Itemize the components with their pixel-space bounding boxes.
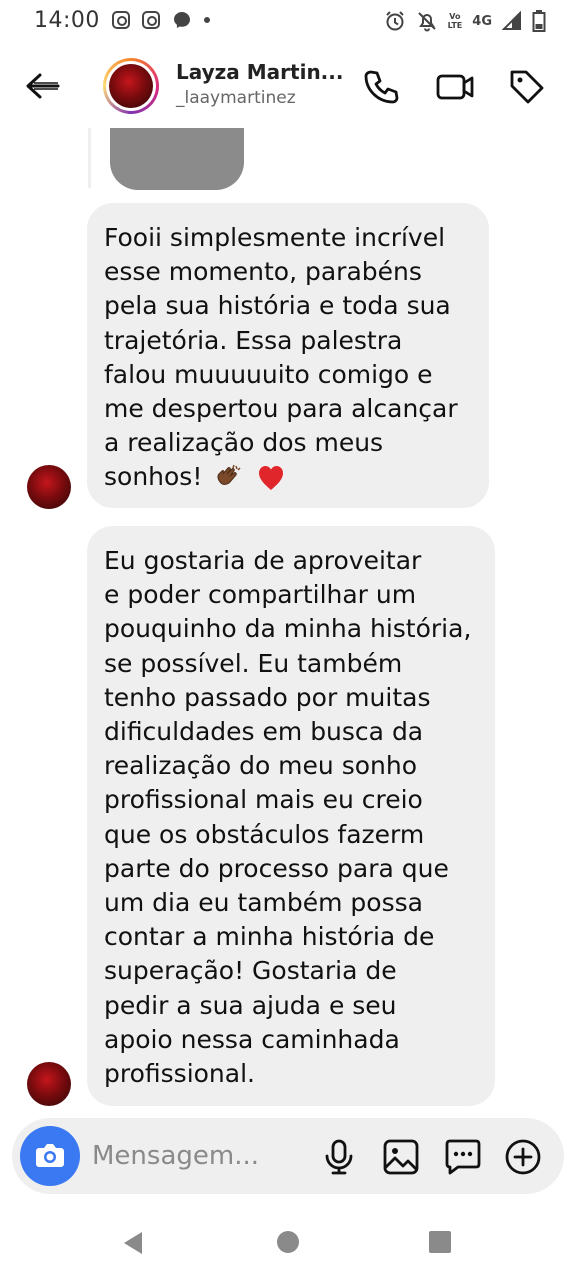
- message-line: e poder compartilhar um: [104, 580, 417, 610]
- message-line: pouquinho da minha história,: [104, 614, 472, 644]
- message-composer: [12, 1118, 564, 1194]
- chat-header: Layza Martin... _laaymartinez: [0, 44, 576, 128]
- message-line: se possível. Eu também: [104, 648, 403, 678]
- message-line: contar a minha história de: [104, 922, 435, 952]
- instagram-notification-icon: [112, 11, 130, 29]
- shared-media-thumbnail[interactable]: [110, 128, 244, 190]
- contact-username[interactable]: _laaymartinez: [176, 88, 296, 108]
- messenger-notification-icon: [174, 12, 190, 28]
- message-bubble[interactable]: Fooii simplesmente incrível esse momento…: [87, 203, 489, 508]
- message-input[interactable]: [92, 1134, 312, 1178]
- contact-name[interactable]: Layza Martin...: [176, 60, 343, 84]
- status-bar: 14:00 Vo LTE 4G: [0, 0, 576, 44]
- camera-icon: [36, 1144, 64, 1167]
- back-arrow-icon[interactable]: [22, 68, 64, 104]
- more-notifications-dot: [204, 17, 210, 23]
- message-line: Fooii simplesmente incrível: [104, 223, 446, 252]
- sender-avatar[interactable]: [27, 465, 71, 509]
- microphone-icon[interactable]: [320, 1138, 358, 1176]
- message-bubble[interactable]: Eu gostaria de aproveitar e poder compar…: [87, 526, 495, 1106]
- message-line: Eu gostaria de aproveitar: [104, 546, 422, 575]
- message-line: pela sua história e toda sua: [104, 291, 451, 321]
- mute-icon: [417, 12, 436, 32]
- system-icons: Vo LTE 4G: [384, 9, 546, 33]
- message-line: tenho passado por muitas: [104, 682, 431, 712]
- signal-icon: [502, 11, 521, 30]
- volte-indicator: Vo LTE: [447, 12, 463, 30]
- red-heart-emoji: [259, 466, 284, 491]
- reply-divider: [88, 128, 91, 188]
- clapping-hands-emoji: [217, 465, 241, 486]
- add-icon[interactable]: [504, 1138, 542, 1176]
- notification-icons: [112, 10, 210, 30]
- message-line: dificuldades em busca da: [104, 717, 424, 747]
- nav-home-icon[interactable]: [276, 1230, 300, 1254]
- message-line: superação! Gostaria de: [104, 956, 397, 986]
- message-line: um dia eu também possa: [104, 888, 423, 918]
- status-time: 14:00: [34, 8, 100, 33]
- message-line: parte do processo para que: [104, 853, 449, 883]
- message-line: apoio nessa caminhada: [104, 1024, 400, 1054]
- sender-avatar[interactable]: [27, 1062, 71, 1106]
- message-line: pedir a sua ajuda e seu: [104, 990, 397, 1020]
- video-call-icon[interactable]: [436, 68, 474, 106]
- message-line: profissional.: [104, 1059, 255, 1089]
- nav-recents-icon[interactable]: [428, 1230, 452, 1254]
- camera-button[interactable]: [20, 1126, 80, 1186]
- message-line: sonhos!: [104, 460, 469, 494]
- battery-icon: [532, 10, 546, 32]
- tag-icon[interactable]: [508, 68, 546, 106]
- message-line: trajetória. Essa palestra: [104, 325, 403, 355]
- message-line: que os obstáculos fazerm: [104, 819, 425, 849]
- message-line: realização do meu sonho: [104, 751, 418, 781]
- system-navigation-bar: [0, 1200, 576, 1280]
- instagram-notification-icon: [142, 11, 160, 29]
- network-type: 4G: [472, 13, 492, 29]
- sticker-icon[interactable]: [444, 1138, 482, 1176]
- gallery-icon[interactable]: [382, 1138, 420, 1176]
- message-line: falou muuuuuito comigo e: [104, 359, 433, 389]
- phone-call-icon[interactable]: [362, 68, 400, 106]
- message-line: a realização dos meus: [104, 428, 384, 458]
- contact-avatar[interactable]: [103, 58, 159, 114]
- message-line: me despertou para alcançar: [104, 394, 458, 424]
- message-line: esse momento, parabéns: [104, 257, 422, 287]
- nav-back-icon[interactable]: [120, 1230, 146, 1256]
- alarm-icon: [385, 11, 404, 31]
- message-line: profissional mais eu creio: [104, 785, 423, 815]
